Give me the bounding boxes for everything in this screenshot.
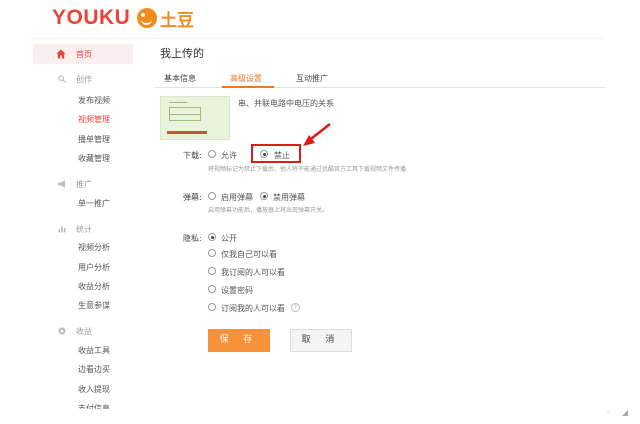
tab-basic-info[interactable]: 基本信息: [164, 73, 196, 84]
page-title: 我上传的: [160, 47, 204, 60]
sidebar-item-publish-video[interactable]: 发布视频: [78, 95, 110, 106]
coin-icon: [58, 327, 66, 335]
tudou-logo[interactable]: 土豆: [137, 7, 194, 31]
save-button[interactable]: 保 存: [208, 329, 270, 352]
cancel-button[interactable]: 取 消: [290, 329, 352, 352]
sidebar-item-business-advisor[interactable]: 生意参谋: [78, 300, 110, 311]
sidebar-item-user-analysis[interactable]: 用户分析: [78, 262, 110, 273]
sidebar-section-promote: 推广: [33, 178, 133, 192]
sidebar-section-label: 收益: [76, 327, 92, 336]
sidebar-item-playlist-manage[interactable]: 播单管理: [78, 134, 110, 145]
thumbnail-detail: [167, 131, 207, 134]
sidebar-item-withdraw[interactable]: 收入提现: [78, 384, 110, 395]
annotation-arrow-icon: [303, 122, 331, 146]
tudou-logo-text: 土豆: [160, 10, 194, 31]
sidebar-item-favorites-manage[interactable]: 收藏管理: [78, 153, 110, 164]
home-icon: [56, 49, 66, 59]
youku-logo[interactable]: YOUKU: [52, 6, 130, 30]
search-icon: [58, 75, 66, 83]
thumbnail-detail: [169, 102, 187, 103]
privacy-only-me-radio[interactable]: [208, 249, 216, 257]
top-bar: YOUKU 土豆: [0, 0, 640, 38]
download-allow-radio[interactable]: [208, 150, 216, 158]
active-tab-indicator: [222, 86, 274, 88]
bar-chart-icon: [58, 226, 66, 233]
sidebar-item-video-manage[interactable]: 视频管理: [78, 114, 110, 125]
danmaku-disable-radio[interactable]: [260, 192, 268, 200]
tab-advanced-settings[interactable]: 高级设置: [230, 73, 262, 84]
header-divider: [33, 38, 603, 39]
danmaku-disable-label[interactable]: 禁用弹幕: [273, 192, 305, 203]
help-icon[interactable]: ?: [291, 303, 300, 312]
bottom-bar: [0, 409, 640, 424]
privacy-public-label[interactable]: 公开: [221, 233, 237, 244]
privacy-password-label[interactable]: 设置密码: [221, 285, 253, 296]
privacy-password-radio[interactable]: [208, 285, 216, 293]
sidebar-item-shop-while-watching[interactable]: 边看边买: [78, 364, 110, 375]
sidebar-section-stats: 统计: [33, 223, 133, 237]
danmaku-enable-radio[interactable]: [208, 192, 216, 200]
download-hint: 将视频标记为禁止下载后，他人将不能通过优酷官方工具下载视频文件传播: [208, 166, 407, 173]
megaphone-icon: [58, 180, 65, 188]
privacy-only-me-label[interactable]: 仅我自己可以看: [221, 249, 277, 260]
annotation-highlight-box: [251, 144, 301, 163]
sidebar-section-create: 创作: [33, 73, 133, 87]
sidebar-item-home[interactable]: 首页: [33, 44, 133, 64]
resize-grip-icon: ◢: [622, 408, 629, 417]
sidebar-item-video-analysis[interactable]: 视频分析: [78, 242, 110, 253]
sidebar-item-earnings-tools[interactable]: 收益工具: [78, 345, 110, 356]
sidebar-item-revenue-analysis[interactable]: 收益分析: [78, 281, 110, 292]
download-label: 下载:: [183, 151, 202, 160]
tudou-face-icon: [137, 8, 157, 28]
sidebar-section-label: 推广: [76, 180, 92, 189]
danmaku-enable-label[interactable]: 启用弹幕: [221, 192, 253, 203]
thumbnail-detail: [169, 114, 201, 115]
danmaku-hint: 启用弹幕功能后，播放器上将出现弹幕开关。: [208, 207, 329, 214]
sidebar-section-label: 统计: [76, 225, 92, 234]
back-to-top-icon[interactable]: ◦: [606, 408, 611, 417]
sidebar-section-label: 创作: [76, 75, 92, 84]
video-title[interactable]: 串、并联电路中电压的关系: [238, 98, 334, 109]
danmaku-label: 弹幕:: [183, 193, 202, 202]
privacy-label: 隐私:: [183, 234, 202, 243]
privacy-my-subscriptions-label[interactable]: 我订阅的人可以看: [221, 267, 285, 278]
sidebar-section-earnings: 收益: [33, 325, 133, 339]
sidebar-item-single-promotion[interactable]: 单一推广: [78, 198, 110, 209]
tab-interactive-promotion[interactable]: 互动推广: [296, 73, 328, 84]
privacy-subscribers-radio[interactable]: [208, 303, 216, 311]
sidebar-home-label: 首页: [76, 50, 92, 59]
privacy-public-radio[interactable]: [208, 233, 216, 241]
privacy-subscribers-label[interactable]: 订阅我的人可以看: [221, 303, 285, 314]
download-allow-label[interactable]: 允许: [221, 150, 237, 161]
video-thumbnail[interactable]: [160, 96, 230, 140]
privacy-my-subscriptions-radio[interactable]: [208, 267, 216, 275]
